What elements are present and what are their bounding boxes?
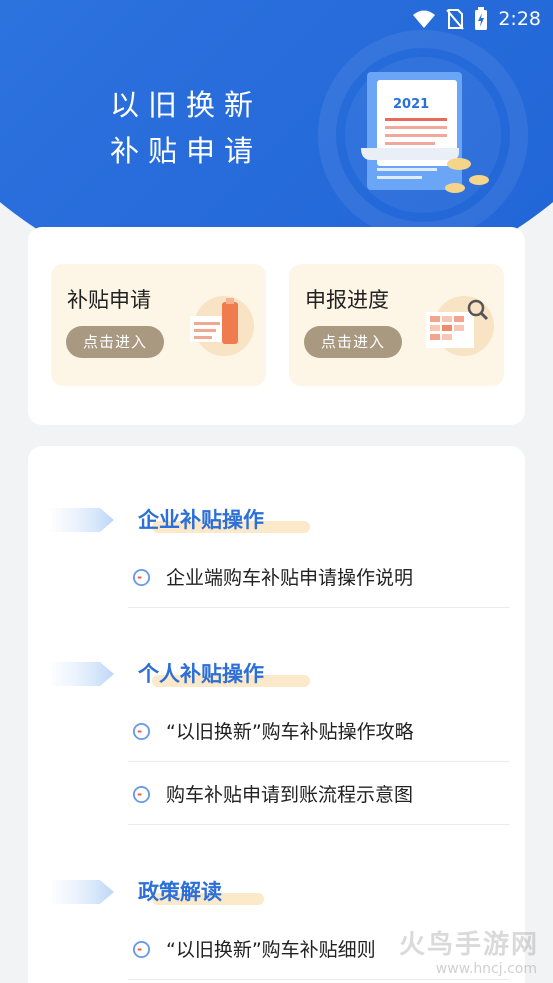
list-item[interactable]: 企业端购车补贴申请操作说明 <box>128 546 510 608</box>
section-arrow-icon <box>52 662 114 686</box>
illustration-year: 2021 <box>393 97 429 112</box>
list-item[interactable]: “以旧换新”购车补贴操作攻略 <box>128 700 510 762</box>
list-item-label: “以旧换新”购车补贴操作攻略 <box>166 721 414 743</box>
tile-title: 申报进度 <box>305 288 389 312</box>
title-line-2: 补贴申请 <box>110 134 263 168</box>
clock-icon <box>132 568 151 587</box>
section-policy-header: 政策解读 <box>52 872 512 912</box>
guides-card: 企业补贴操作 企业端购车补贴申请操作说明 个人补贴操作 “以旧换新”购车补贴操作… <box>28 446 525 983</box>
clock-icon <box>132 940 151 959</box>
section-arrow-icon <box>52 508 114 532</box>
page-title: 以旧换新 补贴申请 <box>110 82 262 174</box>
section-title: 政策解读 <box>138 880 222 904</box>
progress-tile[interactable]: 申报进度 点击进入 <box>289 264 504 386</box>
quick-actions-card: 补贴申请 点击进入 申报进度 点击进入 <box>28 227 525 425</box>
battery-charging-icon <box>475 7 488 30</box>
clock-icon <box>132 722 151 741</box>
progress-chart-illustration <box>426 296 494 356</box>
document-2021-illustration: 2021 <box>361 72 489 193</box>
subsidy-form-illustration <box>190 296 254 356</box>
subsidy-apply-tile[interactable]: 补贴申请 点击进入 <box>51 264 266 386</box>
subsidy-apply-enter-button[interactable]: 点击进入 <box>66 326 164 358</box>
clock-icon <box>132 785 151 804</box>
wifi-icon <box>413 10 436 28</box>
section-arrow-icon <box>52 880 114 904</box>
section-enterprise-header: 企业补贴操作 <box>52 500 512 540</box>
watermark-logo: 火鸟手游网 <box>398 930 539 960</box>
watermark-url: www.hncj.com <box>435 961 537 977</box>
list-item-label: 购车补贴申请到账流程示意图 <box>166 784 414 806</box>
tile-title: 补贴申请 <box>67 288 151 312</box>
list-item-label: “以旧换新”购车补贴细则 <box>166 939 376 961</box>
list-item[interactable]: 购车补贴申请到账流程示意图 <box>128 763 510 825</box>
title-line-1: 以旧换新 <box>110 88 263 122</box>
section-title: 企业补贴操作 <box>138 508 264 532</box>
section-title: 个人补贴操作 <box>138 662 264 686</box>
progress-enter-button[interactable]: 点击进入 <box>304 326 402 358</box>
section-personal-header: 个人补贴操作 <box>52 654 512 694</box>
status-time: 2:28 <box>498 8 541 30</box>
list-item-label: 企业端购车补贴申请操作说明 <box>166 567 414 589</box>
no-sim-icon <box>446 9 465 30</box>
status-bar: 2:28 <box>412 6 541 32</box>
